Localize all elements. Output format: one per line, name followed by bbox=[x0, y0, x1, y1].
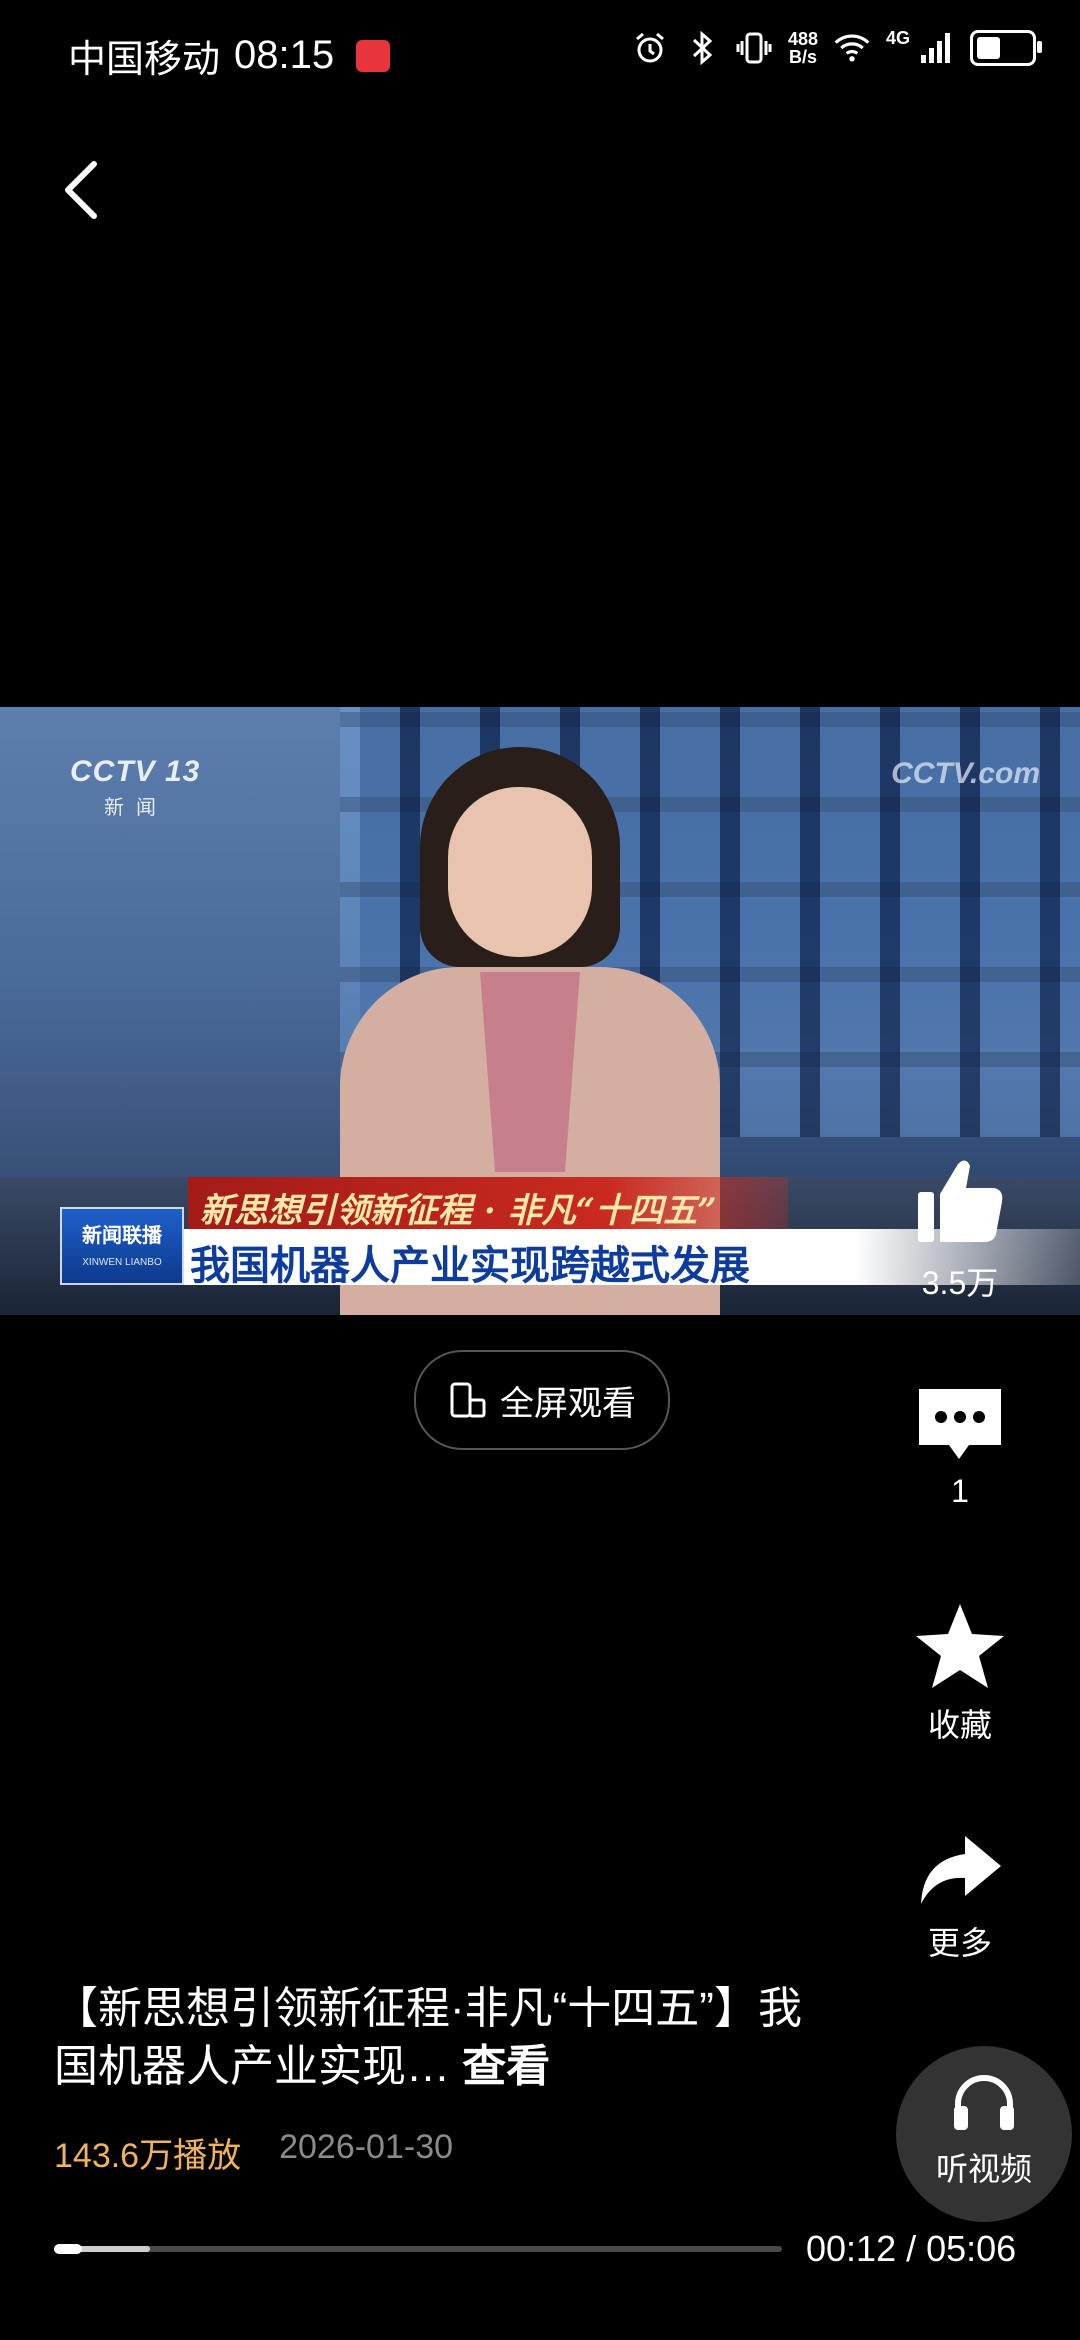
carrier-name: 中国移动 bbox=[68, 39, 221, 81]
chevron-left-icon bbox=[65, 161, 97, 219]
like-count: 3.5万 bbox=[921, 1265, 999, 1301]
banner-top-text: 新思想引领新征程 · 非凡“十四五” bbox=[200, 1191, 717, 1231]
comment-icon bbox=[919, 1389, 1001, 1459]
fullscreen-label: 全屏观看 bbox=[500, 1384, 636, 1423]
caption-expand-link[interactable]: 查看 bbox=[462, 2042, 550, 2091]
wifi-icon bbox=[834, 28, 870, 68]
vibrate-icon bbox=[736, 28, 772, 68]
thumbs-up-icon bbox=[918, 1160, 1003, 1242]
back-button[interactable] bbox=[54, 150, 114, 230]
share-arrow-icon bbox=[921, 1836, 1001, 1904]
video-caption: 【新思想引领新征程·非凡“十四五”】我国机器人产业实现… 查看 bbox=[54, 1980, 814, 2096]
network-speed-unit: B/s bbox=[788, 47, 817, 67]
fullscreen-button[interactable]: 全屏观看 bbox=[414, 1350, 670, 1450]
program-logo: 新闻联播 XINWEN LIANBO bbox=[60, 1207, 184, 1285]
anchor-face bbox=[448, 787, 592, 957]
play-count: 143.6万播放 bbox=[54, 2137, 242, 2175]
clock: 08:15 bbox=[234, 33, 335, 77]
listen-video-label: 听视频 bbox=[935, 2151, 1032, 2187]
progress-handle[interactable] bbox=[54, 2244, 82, 2254]
status-bar: 中国移动 08:15 488 B/s 4G bbox=[0, 0, 1080, 100]
banner-bottom-text: 我国机器人产业实现跨越式发展 bbox=[190, 1244, 750, 1288]
publish-date: 2026-01-30 bbox=[279, 2128, 454, 2166]
video-meta: 143.6万播放 2026-01-30 bbox=[54, 2128, 453, 2177]
progress-bar[interactable] bbox=[54, 2244, 782, 2254]
network-speed: 488 B/s bbox=[788, 30, 818, 66]
video-detail-screen: 中国移动 08:15 488 B/s 4G CCTV 13 新闻 CCTV.co… bbox=[0, 0, 1080, 2340]
star-icon bbox=[916, 1604, 1004, 1688]
banner-top: 新思想引领新征程 · 非凡“十四五” bbox=[188, 1177, 788, 1231]
like-button[interactable]: 3.5万 bbox=[890, 1150, 1030, 1304]
caption-text: 【新思想引领新征程·非凡“十四五”】我国机器人产业实现… bbox=[54, 1984, 802, 2091]
more-label: 更多 bbox=[927, 1925, 992, 1961]
rotate-phone-icon bbox=[450, 1382, 486, 1418]
playback-time: 00:12 / 05:06 bbox=[806, 2228, 1017, 2269]
status-right: 488 B/s 4G bbox=[632, 28, 1042, 68]
cctv-watermark: CCTV.com bbox=[891, 757, 1040, 790]
bluetooth-icon bbox=[684, 28, 720, 68]
alarm-icon bbox=[632, 28, 668, 68]
favorite-button[interactable]: 收藏 bbox=[890, 1600, 1030, 1746]
comment-count: 1 bbox=[951, 1473, 969, 1509]
listen-video-button[interactable]: 听视频 bbox=[896, 2046, 1072, 2222]
comment-button[interactable]: 1 bbox=[890, 1385, 1030, 1510]
headphones-icon bbox=[954, 2075, 1014, 2130]
status-left: 中国移动 08:15 bbox=[68, 28, 391, 83]
signal-icon bbox=[918, 28, 954, 68]
battery-icon bbox=[970, 30, 1042, 66]
program-logo-sub: XINWEN LIANBO bbox=[82, 1257, 162, 1268]
huawei-notification-icon bbox=[356, 39, 391, 72]
anchor-shirt bbox=[480, 972, 580, 1172]
favorite-label: 收藏 bbox=[927, 1707, 992, 1743]
program-logo-text: 新闻联播 bbox=[82, 1225, 162, 1247]
network-speed-value: 488 bbox=[787, 29, 818, 49]
battery-level bbox=[977, 37, 1000, 59]
channel-logo: CCTV 13 bbox=[70, 755, 201, 788]
network-type: 4G bbox=[885, 28, 910, 48]
more-button[interactable]: 更多 bbox=[890, 1830, 1030, 1964]
channel-sub: 新闻 bbox=[104, 797, 168, 819]
